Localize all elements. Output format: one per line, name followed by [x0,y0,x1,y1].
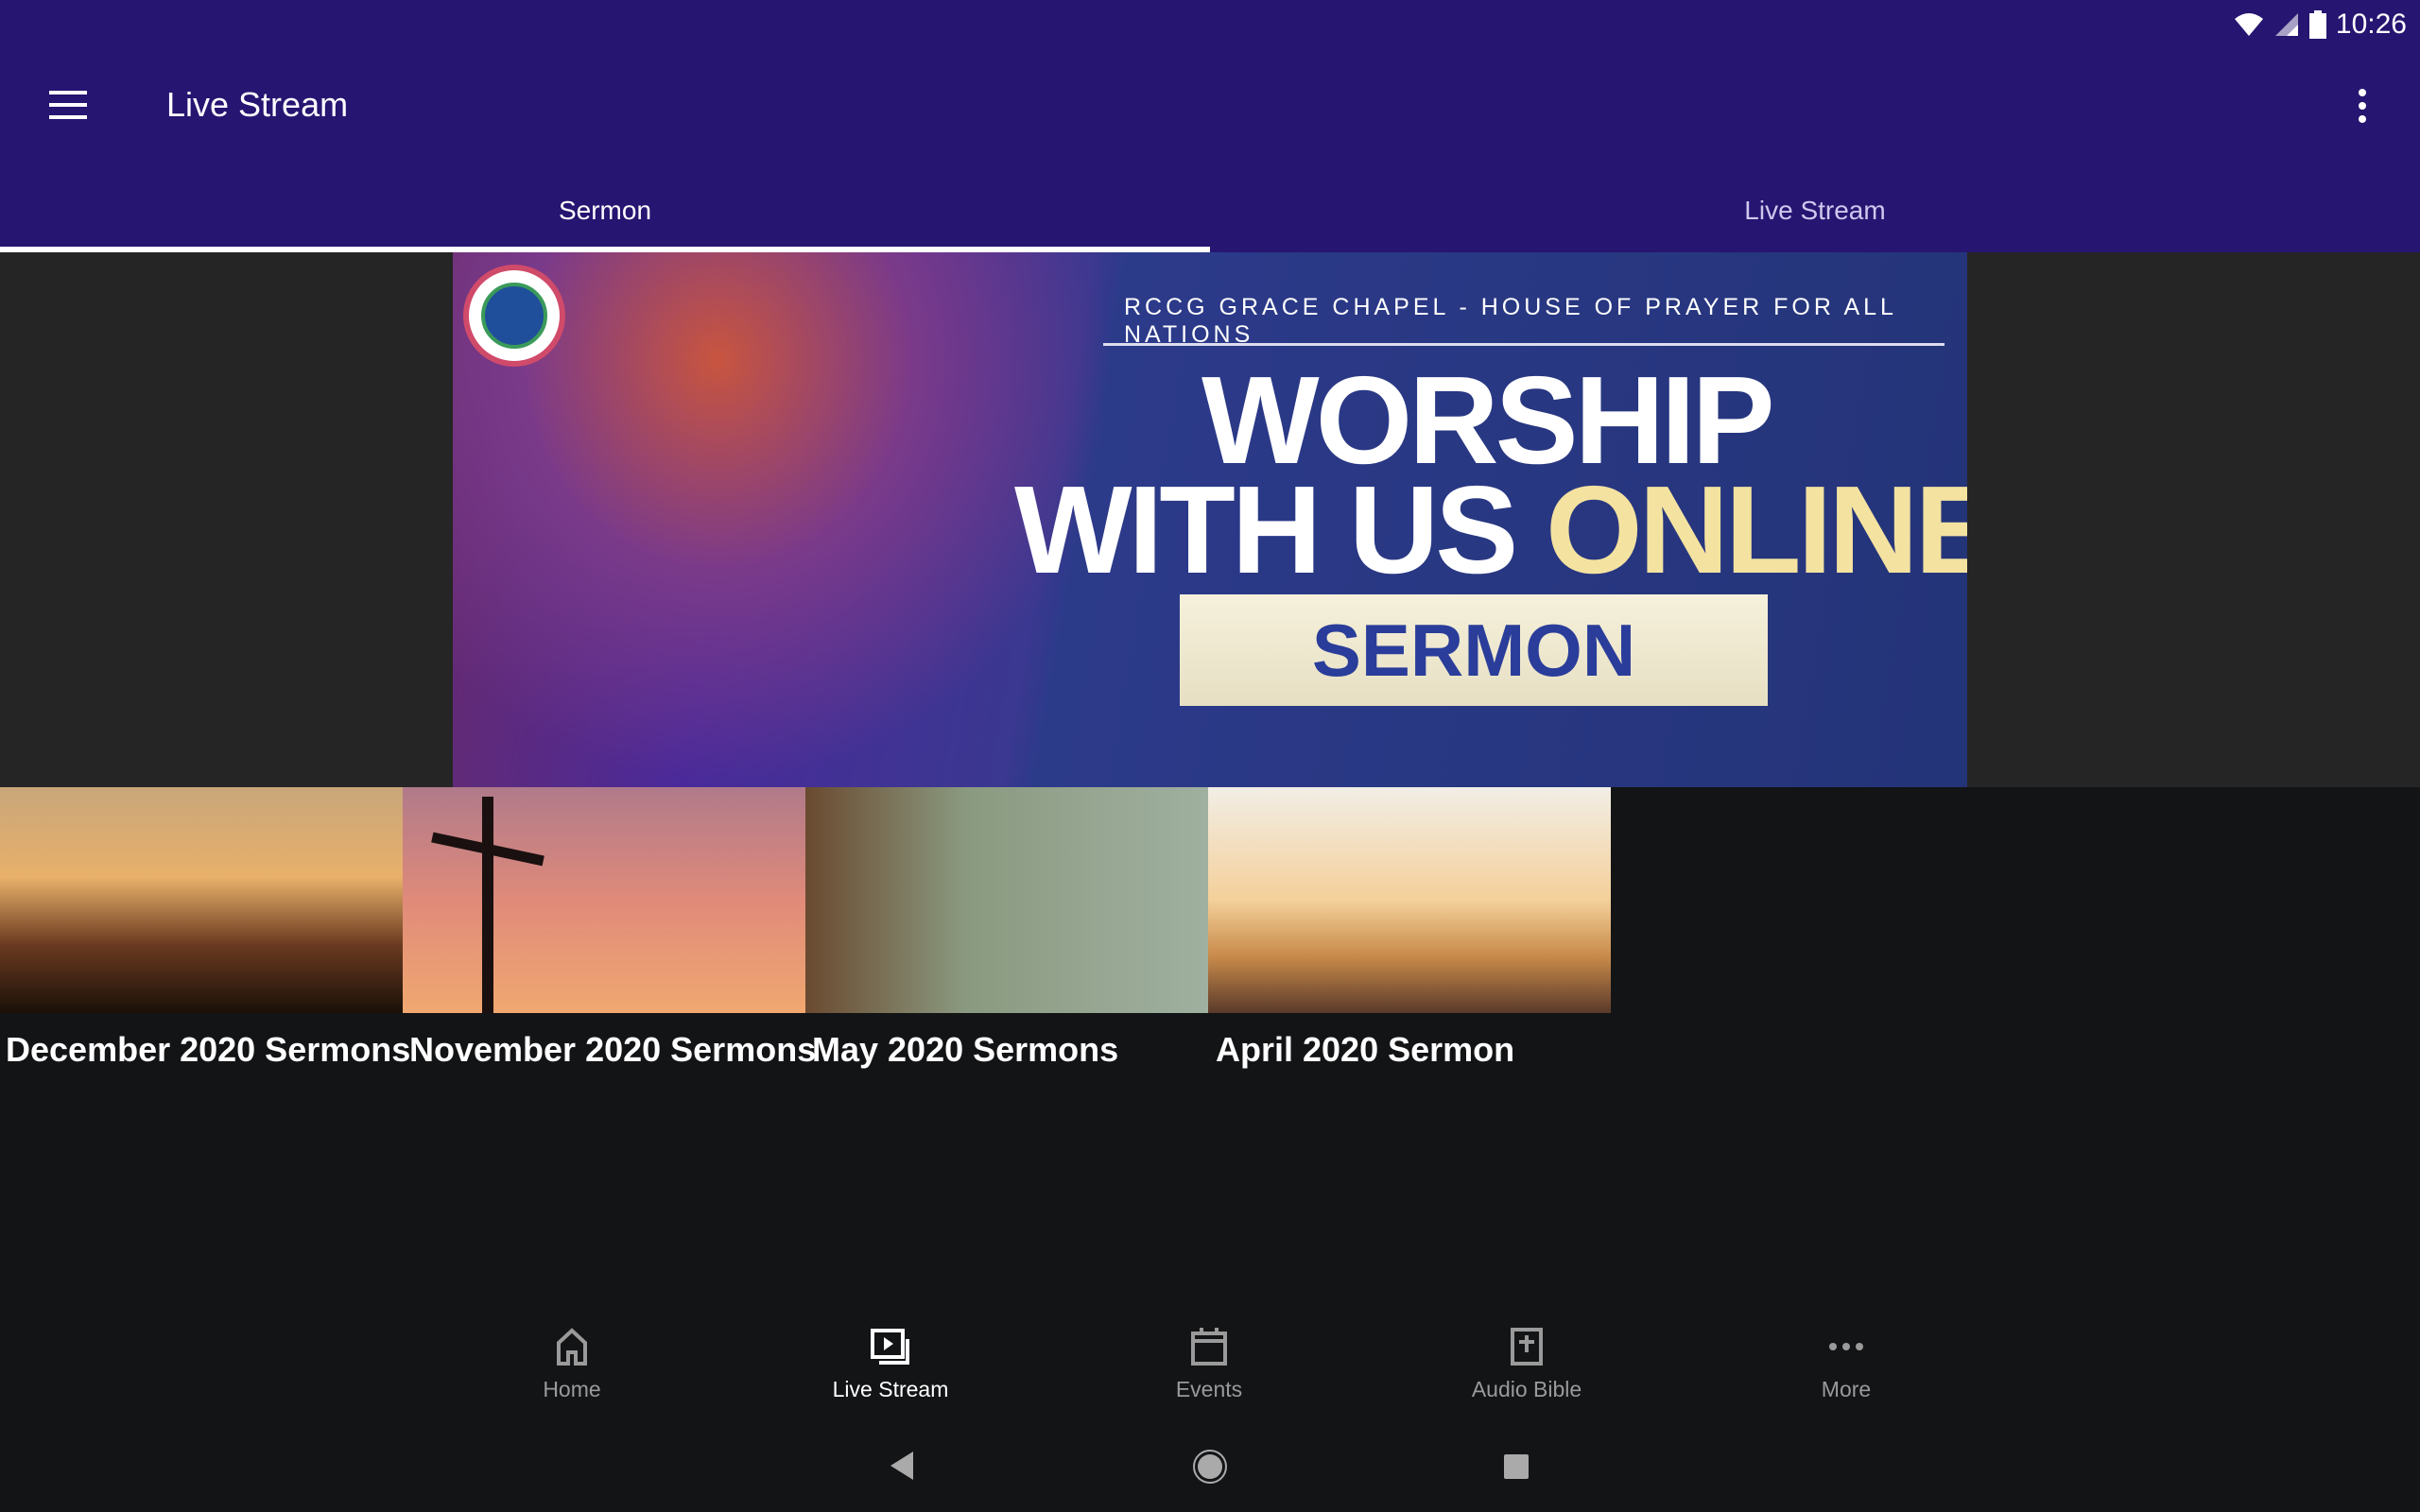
sermon-label-box: SERMON [1180,594,1768,706]
tab-live-stream[interactable]: Live Stream [1210,189,2420,252]
nav-home[interactable]: Home [477,1328,666,1402]
banner-tagline: RCCG GRACE CHAPEL - HOUSE OF PRAYER FOR … [1124,294,1897,348]
divider [1103,343,1945,346]
headline-with-us: WITH US [1014,460,1518,599]
nav-label: More [1821,1377,1872,1401]
video-library-icon [871,1329,909,1365]
banner-headline-2: WITH US ONLINE [1014,468,1967,593]
app-header: 10:26 Live Stream Sermon Live Stream [0,0,2420,252]
page-title: Live Stream [166,85,349,124]
more-horiz-icon [1829,1343,1863,1350]
sermon-label: SERMON [1311,608,1636,692]
banner-area: RCCG GRACE CHAPEL - HOUSE OF PRAYER FOR … [0,252,2420,787]
hamburger-menu-icon[interactable] [49,91,87,119]
nav-label: Events [1175,1377,1243,1401]
sermon-title[interactable]: December 2020 Sermons [6,1030,410,1070]
sermon-banner[interactable]: RCCG GRACE CHAPEL - HOUSE OF PRAYER FOR … [453,252,1967,787]
home-icon [557,1328,587,1366]
nav-label: Audio Bible [1471,1377,1582,1401]
signal-icon [2274,13,2298,36]
sermon-title[interactable]: April 2020 Sermon [1216,1030,1514,1070]
sermon-thumbnail-november[interactable] [403,787,805,1013]
nav-audio-bible[interactable]: Audio Bible [1432,1328,1621,1402]
sermon-title[interactable]: May 2020 Sermons [812,1030,1118,1070]
calendar-icon [1191,1328,1227,1366]
tab-sermon[interactable]: Sermon [0,189,1210,252]
sermon-thumbnail-december[interactable] [0,787,403,1013]
status-bar: 10:26 [2234,6,2407,43]
nav-live-stream[interactable]: Live Stream [796,1328,985,1402]
bible-icon [1511,1328,1543,1366]
nav-events[interactable]: Events [1115,1328,1304,1402]
sermon-title[interactable]: November 2020 Sermons [409,1030,816,1070]
nav-more[interactable]: More [1752,1328,1941,1402]
back-icon[interactable] [890,1452,915,1480]
nav-label: Home [543,1377,601,1401]
home-button-icon[interactable] [1192,1449,1228,1485]
battery-icon [2308,10,2326,39]
more-vert-icon[interactable] [2358,89,2367,123]
rccg-logo [463,265,565,367]
sermon-thumbnail-april[interactable] [1208,787,1611,1013]
sermon-thumbnail-may[interactable] [805,787,1208,1013]
clock: 10:26 [2335,9,2407,40]
headline-online: ONLINE [1545,460,1967,599]
nav-label: Live Stream [832,1377,949,1401]
wifi-icon [2234,13,2263,36]
recents-icon[interactable] [1504,1454,1529,1479]
